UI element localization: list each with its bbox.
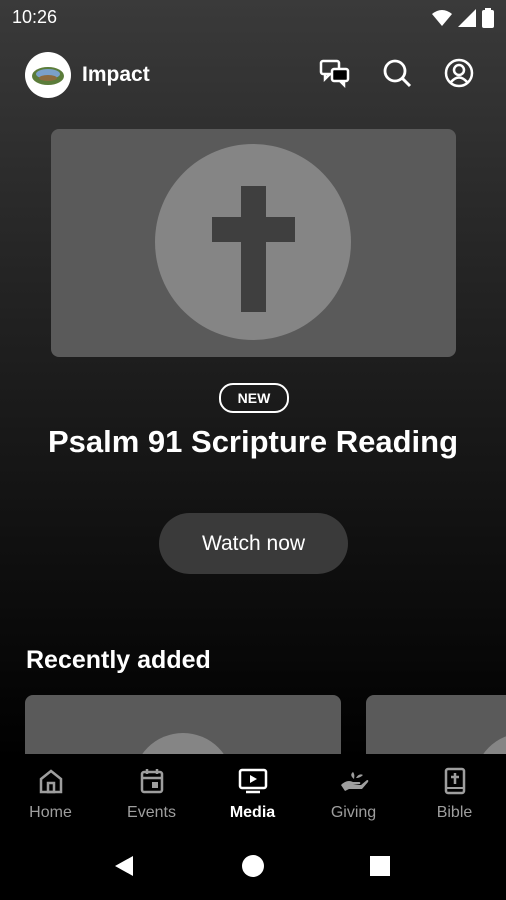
nav-media-label: Media: [229, 804, 276, 821]
recently-added-heading: Recently added: [26, 646, 211, 674]
nav-home-label: Home: [29, 804, 72, 821]
back-button[interactable]: [110, 854, 138, 882]
recents-square-icon: [369, 855, 391, 882]
home-icon: [36, 766, 66, 796]
bottom-navigation: Home Events Media Giving Bible: [0, 754, 506, 836]
back-triangle-icon: [113, 854, 135, 883]
app-title: Impact: [82, 63, 150, 86]
account-button[interactable]: [442, 58, 476, 92]
status-icons: [432, 8, 494, 33]
nav-giving-label: Giving: [330, 804, 377, 821]
new-badge: NEW: [219, 383, 289, 413]
status-bar: 10:26: [0, 0, 506, 36]
hero-title: Psalm 91 Scripture Reading: [47, 424, 459, 459]
app-header: Impact: [0, 50, 506, 100]
nav-home[interactable]: Home: [0, 754, 101, 836]
search-icon: [382, 58, 412, 93]
calendar-icon: [137, 766, 167, 796]
home-system-button[interactable]: [239, 854, 267, 882]
search-button[interactable]: [380, 58, 414, 92]
hero-media-thumbnail[interactable]: [51, 129, 456, 357]
chat-icon: [319, 58, 351, 93]
signal-icon: [458, 9, 476, 32]
system-navigation-bar: [0, 836, 506, 900]
home-circle-icon: [241, 854, 265, 883]
account-icon: [444, 58, 474, 93]
tv-icon: [238, 766, 268, 796]
church-logo-avatar[interactable]: [25, 52, 71, 98]
nav-bible-label: Bible: [436, 804, 473, 821]
recents-button[interactable]: [366, 854, 394, 882]
nav-bible[interactable]: Bible: [404, 754, 505, 836]
bible-icon: [440, 766, 470, 796]
giving-hand-icon: [339, 766, 369, 796]
wifi-icon: [432, 9, 452, 32]
cross-icon: [155, 144, 351, 340]
nav-giving[interactable]: Giving: [303, 754, 404, 836]
nav-media[interactable]: Media: [202, 754, 303, 836]
chat-button[interactable]: [318, 58, 352, 92]
nav-events[interactable]: Events: [101, 754, 202, 836]
status-time: 10:26: [12, 7, 58, 27]
battery-icon: [482, 8, 494, 33]
nav-events-label: Events: [127, 804, 176, 821]
watch-now-button[interactable]: Watch now: [159, 513, 348, 574]
